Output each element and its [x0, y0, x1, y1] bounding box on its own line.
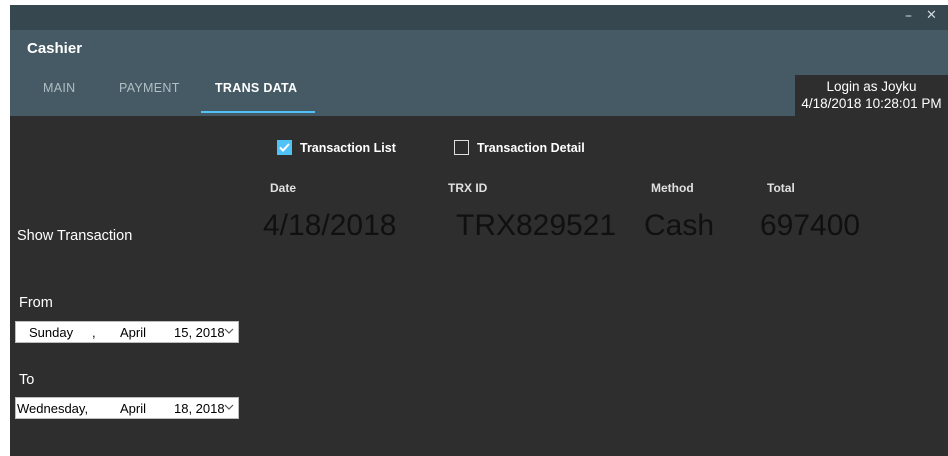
from-date: 15, 2018 [174, 325, 224, 340]
to-day: Wednesday, [17, 401, 89, 416]
transaction-list-label: Transaction List [300, 140, 396, 155]
row-method: Cash [644, 209, 715, 242]
app-title: Cashier [27, 40, 83, 57]
active-tab-indicator [201, 111, 315, 113]
from-separator: , [92, 325, 96, 340]
show-transaction-label: Show Transaction [17, 228, 133, 244]
app-header: Cashier MAIN PAYMENT TRANS DATA Login as… [10, 30, 948, 116]
column-header-total: Total [767, 181, 795, 195]
row-trx-id: TRX829521 [456, 209, 617, 242]
tab-main[interactable]: MAIN [43, 81, 75, 95]
from-label: From [19, 295, 53, 311]
from-date-picker[interactable]: Sunday , April 15, 2018 [15, 321, 239, 343]
column-header-method: Method [651, 181, 694, 195]
to-month: April [120, 401, 147, 416]
checkbox-unchecked-icon[interactable] [454, 140, 469, 155]
chevron-down-icon[interactable] [224, 324, 234, 338]
column-header-trx-id: TRX ID [448, 181, 488, 195]
chevron-down-icon[interactable] [224, 400, 234, 414]
transaction-list-option[interactable]: Transaction List [277, 140, 396, 155]
from-day: Sunday [29, 325, 74, 340]
to-label: To [19, 372, 35, 388]
transaction-detail-label: Transaction Detail [477, 140, 585, 155]
login-timestamp: 4/18/2018 10:28:01 PM [801, 96, 942, 111]
login-user: Login as Joyku [826, 79, 917, 94]
from-month: April [120, 325, 147, 340]
checkbox-checked-icon[interactable] [277, 140, 292, 155]
tab-payment[interactable]: PAYMENT [119, 81, 180, 95]
to-date-picker[interactable]: Wednesday, April 18, 2018 [15, 397, 239, 419]
title-bar: – ✕ [10, 5, 948, 30]
cashier-window: – ✕ Cashier MAIN PAYMENT TRANS DATA Logi… [10, 5, 948, 456]
login-status: Login as Joyku 4/18/2018 10:28:01 PM [795, 75, 948, 116]
to-date: 18, 2018 [174, 401, 224, 416]
tab-trans-data[interactable]: TRANS DATA [215, 81, 297, 95]
row-total: 697400 [760, 209, 861, 242]
minimize-icon[interactable]: – [905, 7, 912, 25]
transaction-detail-option[interactable]: Transaction Detail [454, 140, 585, 155]
column-header-date: Date [270, 181, 297, 195]
row-date: 4/18/2018 [263, 209, 397, 242]
close-icon[interactable]: ✕ [926, 7, 937, 25]
